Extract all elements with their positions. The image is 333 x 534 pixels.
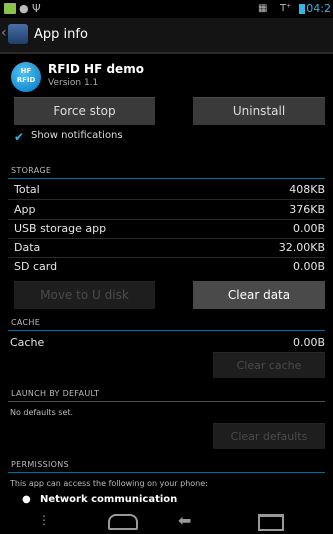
storage-row-value: 376KB xyxy=(289,203,325,216)
battery-icon xyxy=(299,4,305,14)
show-notifications-label[interactable]: Show notifications xyxy=(31,130,123,141)
launch-divider xyxy=(8,401,325,402)
settings-app-icon[interactable] xyxy=(8,24,28,44)
storage-row-value: 32.00KB xyxy=(278,241,325,254)
status-time: 04:2 xyxy=(306,2,331,15)
status-bar: ● Ψ ▦ T⁺ 04:2 xyxy=(0,0,333,18)
back-caret-icon[interactable]: ‹ xyxy=(1,25,7,41)
storage-row-value: 0.00B xyxy=(292,222,325,235)
back-nav-icon[interactable]: ⬅ xyxy=(178,511,191,530)
app-icon-text-top: HF xyxy=(20,67,32,75)
cache-header: CACHE xyxy=(11,318,41,327)
sim-icon: ▦ xyxy=(258,3,268,14)
photo-icon xyxy=(4,3,16,14)
storage-row-label: Data xyxy=(14,241,41,254)
storage-row-label: SD card xyxy=(14,260,58,273)
bullet-icon: ● xyxy=(22,494,31,505)
cache-label: Cache xyxy=(10,336,45,349)
app-icon-text-bottom: RFID xyxy=(16,76,36,84)
storage-row-value: 0.00B xyxy=(292,260,325,273)
storage-divider xyxy=(8,178,325,179)
row-separator xyxy=(8,257,325,258)
navigation-bar: ⋮ ⬅ xyxy=(0,508,333,534)
permission-item[interactable]: Network communication xyxy=(40,494,177,505)
clear-cache-button[interactable]: Clear cache xyxy=(213,352,325,378)
row-separator xyxy=(8,219,325,220)
storage-row-value: 408KB xyxy=(289,183,325,196)
cache-divider xyxy=(8,330,325,331)
storage-row-label: App xyxy=(14,203,36,216)
app-icon: HF RFID xyxy=(11,62,41,92)
row-separator xyxy=(8,199,325,200)
permissions-divider xyxy=(8,472,325,473)
uninstall-button[interactable]: Uninstall xyxy=(193,97,325,125)
storage-header: STORAGE xyxy=(11,166,52,175)
app-name: RFID HF demo xyxy=(48,62,144,76)
menu-dots-icon[interactable]: ⋮ xyxy=(38,513,50,527)
row-separator xyxy=(8,238,325,239)
permissions-header: PERMISSIONS xyxy=(11,460,69,469)
action-bar[interactable]: ‹ App info xyxy=(0,18,333,54)
no-defaults-text: No defaults set. xyxy=(10,408,74,417)
recents-nav-icon[interactable] xyxy=(258,514,284,531)
page-title: App info xyxy=(34,27,88,42)
storage-row-label: USB storage app xyxy=(14,222,107,235)
force-stop-button[interactable]: Force stop xyxy=(14,97,155,125)
home-nav-icon[interactable] xyxy=(108,514,138,530)
storage-row-label: Total xyxy=(14,183,40,196)
move-to-udisk-button[interactable]: Move to U disk xyxy=(14,281,155,309)
cache-value: 0.00B xyxy=(292,336,325,349)
signal-icon: T⁺ xyxy=(280,3,292,14)
android-icon: ● xyxy=(19,2,29,15)
clear-defaults-button[interactable]: Clear defaults xyxy=(213,423,325,449)
clear-data-button[interactable]: Clear data xyxy=(193,281,325,309)
launch-header: LAUNCH BY DEFAULT xyxy=(11,389,100,398)
app-version: Version 1.1 xyxy=(48,78,99,88)
usb-icon: Ψ xyxy=(32,2,41,15)
checkmark-icon[interactable]: ✔ xyxy=(14,131,25,143)
permissions-intro: This app can access the following on you… xyxy=(10,479,208,488)
